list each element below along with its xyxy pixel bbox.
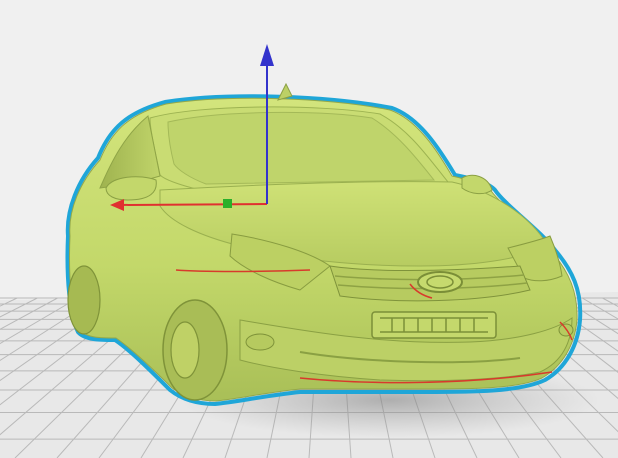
viewport-canvas[interactable]	[0, 0, 618, 458]
3d-viewport[interactable]	[0, 0, 618, 458]
license-plate	[371, 311, 497, 339]
fog-light-left	[245, 333, 275, 351]
gizmo-y-handle-icon[interactable]	[223, 199, 232, 208]
rear-left-wheel	[67, 265, 101, 335]
brand-badge-icon	[417, 271, 463, 293]
gizmo-x-axis[interactable]	[117, 203, 268, 206]
front-left-rim	[170, 321, 200, 379]
